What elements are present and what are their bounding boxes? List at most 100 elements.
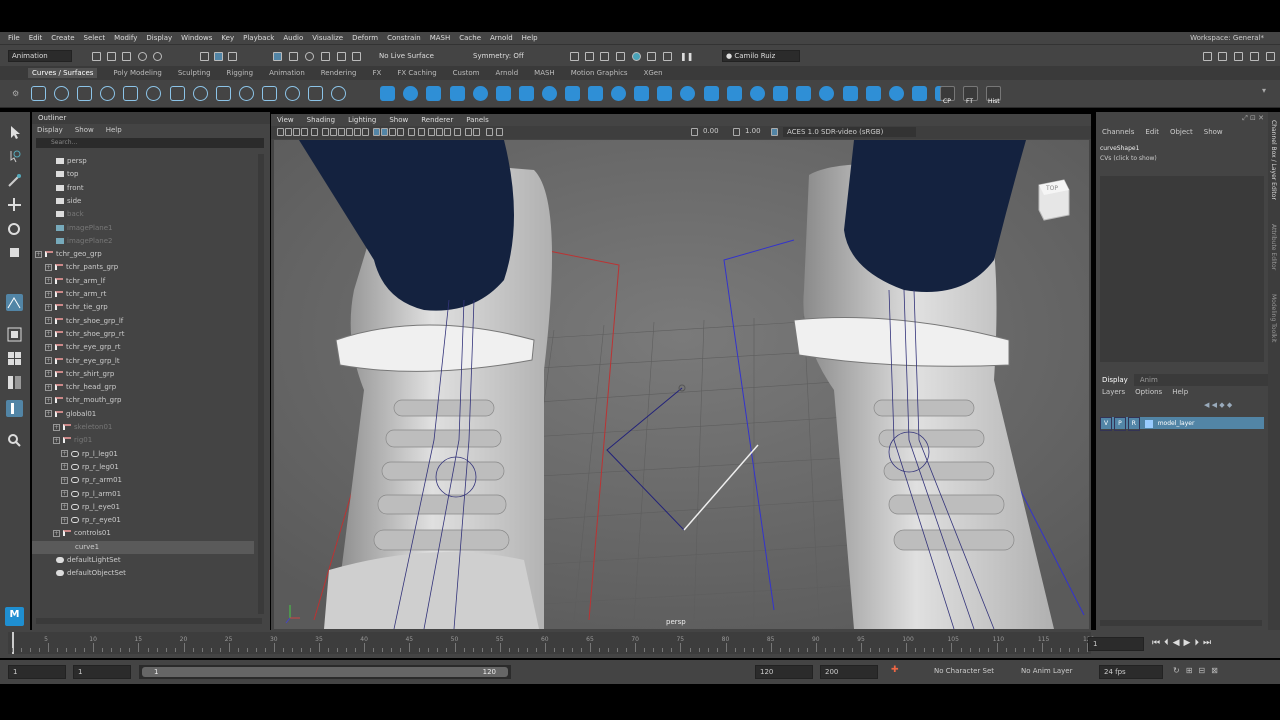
single-perspective-layout-icon[interactable] <box>6 326 23 343</box>
shelf-tab-xgen[interactable]: XGen <box>644 69 663 77</box>
cb-menu-channels[interactable]: Channels <box>1102 128 1134 136</box>
shelf-tab-fx[interactable]: FX <box>373 69 382 77</box>
menu-constrain[interactable]: Constrain <box>387 34 421 42</box>
outliner-item-tchr-head-grp[interactable]: + tchr_head_grp <box>45 381 116 394</box>
le-menu-layers[interactable]: Layers <box>1102 388 1125 396</box>
fps-dropdown[interactable]: 24 fps <box>1099 665 1163 679</box>
outliner-item-rig01[interactable]: + rig01 <box>53 434 92 447</box>
vp-menu-show[interactable]: Show <box>389 114 408 126</box>
expand-icon[interactable]: + <box>61 503 68 511</box>
resolution-gate-icon[interactable] <box>330 128 337 136</box>
expand-icon[interactable]: + <box>45 330 52 338</box>
exposure-field[interactable]: 0.00 <box>703 127 719 135</box>
outliner-item-tchr-mouth-grp[interactable]: + tchr_mouth_grp <box>45 394 121 407</box>
nurbs-cylinder-icon[interactable] <box>426 86 441 101</box>
stitch-icon[interactable] <box>912 86 927 101</box>
attach-icon[interactable] <box>796 86 811 101</box>
outliner-item-imageplane2[interactable]: imagePlane2 <box>56 235 112 248</box>
end-frame-field[interactable]: 200 <box>820 665 878 679</box>
curve-tool-b-icon[interactable] <box>216 86 231 101</box>
vp-menu-view[interactable]: View <box>277 114 294 126</box>
ipr-render-icon[interactable] <box>585 52 594 61</box>
menu-help[interactable]: Help <box>522 34 538 42</box>
default-material-icon[interactable] <box>389 128 396 136</box>
menu-cache[interactable]: Cache <box>459 34 481 42</box>
tab-anim[interactable]: Anim <box>1134 374 1164 386</box>
gamma-field[interactable]: 1.00 <box>745 127 761 135</box>
outliner-menu-help[interactable]: Help <box>106 124 122 136</box>
smooth-shade-icon[interactable] <box>381 128 388 136</box>
shelf-tab-curves-surfaces[interactable]: Curves / Surfaces <box>28 68 98 78</box>
menu-key[interactable]: Key <box>221 34 234 42</box>
redo-icon[interactable] <box>153 52 162 61</box>
shelf-tab-motion-graphics[interactable]: Motion Graphics <box>571 69 628 77</box>
outliner-search-input[interactable]: Search... <box>36 138 264 148</box>
anti-aliasing-icon[interactable] <box>444 128 451 136</box>
user-account-dropdown[interactable]: ● Camilo Ruiz <box>722 50 800 62</box>
outliner-item-tchr-arm-rt[interactable]: + tchr_arm_rt <box>45 288 106 301</box>
expand-icon[interactable]: + <box>45 290 52 298</box>
outliner-item-tchr-shoe-grp-lf[interactable]: + tchr_shoe_grp_lf <box>45 315 123 328</box>
menu-windows[interactable]: Windows <box>181 34 212 42</box>
undo-icon[interactable] <box>138 52 147 61</box>
layer-scrollbar[interactable] <box>1100 620 1262 626</box>
playback-option-icons[interactable]: ↻⊞⊟⊠ <box>1173 666 1224 675</box>
shadows-icon[interactable] <box>418 128 425 136</box>
nurbs-plane-icon[interactable] <box>473 86 488 101</box>
last-tool-icon[interactable] <box>6 294 23 311</box>
extrude-icon[interactable] <box>588 86 603 101</box>
select-tool-icon[interactable] <box>6 124 23 141</box>
layer-color-swatch[interactable] <box>1144 419 1153 428</box>
safe-title-icon[interactable] <box>362 128 369 136</box>
menuset-dropdown[interactable]: Animation <box>8 50 72 62</box>
gamma-icon-toggle-icon[interactable] <box>733 128 740 136</box>
expand-icon[interactable]: + <box>45 396 52 404</box>
expand-icon[interactable]: + <box>45 370 52 378</box>
current-frame-field[interactable]: 1 <box>1088 637 1144 651</box>
new-scene-icon[interactable] <box>92 52 101 61</box>
layer-visible-toggle[interactable]: V <box>1100 417 1112 431</box>
shelf-tab-mash[interactable]: MASH <box>534 69 555 77</box>
expand-icon[interactable]: + <box>45 410 52 418</box>
outliner-item-rp-r-leg01[interactable]: + rp_r_leg01 <box>61 461 119 474</box>
side-tab-attribute-editor[interactable]: Attribute Editor <box>1270 224 1277 270</box>
curve-tool-d-icon[interactable] <box>262 86 277 101</box>
cb-object-name[interactable]: curveShape1 <box>1100 145 1139 152</box>
menu-display[interactable]: Display <box>146 34 172 42</box>
range-slider[interactable]: 1 120 <box>139 665 511 679</box>
outliner-item-tchr-eye-grp-lt[interactable]: + tchr_eye_grp_lt <box>45 355 120 368</box>
outliner-persp-layout-icon[interactable] <box>6 400 23 417</box>
four-view-layout-icon[interactable] <box>6 350 23 367</box>
nurbs-torus-icon[interactable] <box>496 86 511 101</box>
menu-edit[interactable]: Edit <box>29 34 43 42</box>
menu-create[interactable]: Create <box>51 34 74 42</box>
viewport-canvas[interactable]: TOP persp <box>274 140 1089 629</box>
outliner-item-top[interactable]: top <box>56 168 78 181</box>
save-scene-icon[interactable] <box>122 52 131 61</box>
expand-icon[interactable]: + <box>45 317 52 325</box>
square-surface-icon[interactable] <box>657 86 672 101</box>
search-icon[interactable] <box>6 432 23 449</box>
shelf-tab-sculpting[interactable]: Sculpting <box>178 69 211 77</box>
bevel-plus-icon[interactable] <box>680 86 695 101</box>
layer-row-model[interactable]: V P R model_layer <box>1100 417 1264 431</box>
rebuild-icon[interactable] <box>866 86 881 101</box>
expand-icon[interactable]: + <box>35 250 42 258</box>
arc-tool-icon[interactable] <box>146 86 161 101</box>
panel-float-icons[interactable]: ⤢ ⊡ ✕ <box>1242 114 1264 123</box>
field-chart-icon[interactable] <box>346 128 353 136</box>
outliner-item-rp-r-arm01[interactable]: + rp_r_arm01 <box>61 474 122 487</box>
camera-attributes-icon[interactable] <box>285 128 292 136</box>
render-icon[interactable] <box>570 52 579 61</box>
outliner-item-rp-r-eye01[interactable]: + rp_r_eye01 <box>61 514 121 527</box>
shelf-tab-custom[interactable]: Custom <box>453 69 480 77</box>
toggle-panel-icon-1[interactable] <box>1203 52 1212 61</box>
curve-tool-c-icon[interactable] <box>239 86 254 101</box>
safe-action-icon[interactable] <box>354 128 361 136</box>
expand-icon[interactable]: + <box>45 263 52 271</box>
project-curve-icon[interactable] <box>704 86 719 101</box>
select-object-icon[interactable] <box>214 52 223 61</box>
select-camera-icon[interactable] <box>277 128 284 136</box>
snap-grid-icon[interactable] <box>273 52 282 61</box>
le-menu-options[interactable]: Options <box>1135 388 1162 396</box>
